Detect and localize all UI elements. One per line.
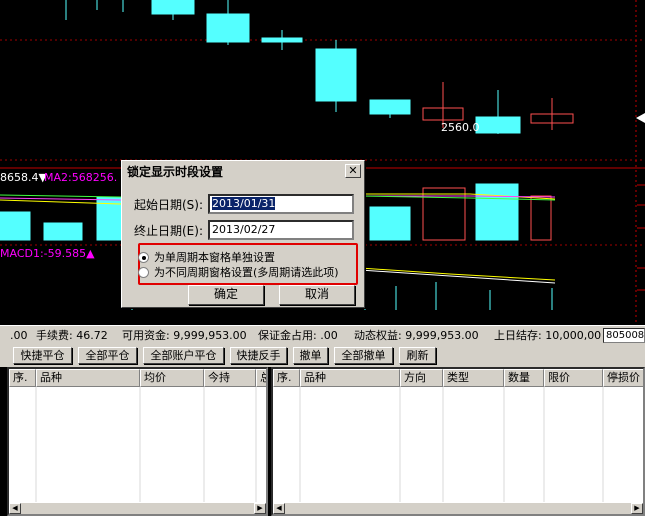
candle-body	[261, 37, 303, 43]
account-id-box[interactable]: 805008	[603, 328, 645, 343]
ok-button[interactable]: 确定	[188, 285, 264, 305]
account-status-bar: .00 手续费: 46.72 可用资金: 9,999,953.00 保证金占用:…	[0, 325, 645, 345]
macd-line-white	[359, 269, 556, 284]
scroll-right-icon[interactable]: ▶	[631, 503, 643, 514]
col-direction[interactable]: 方向	[400, 369, 443, 387]
refresh-button[interactable]: 刷新	[399, 347, 436, 364]
candle-body	[475, 116, 521, 134]
close-button[interactable]: ✕	[345, 164, 361, 178]
volume-bar	[369, 206, 411, 241]
close-all-button[interactable]: 全部平仓	[78, 347, 137, 364]
radio-single-period[interactable]: 为单周期本窗格单独设置	[138, 249, 275, 265]
prev-settle-text: 上日结存: 10,000,00	[494, 329, 602, 342]
cancel-order-button[interactable]: 撤单	[293, 347, 328, 364]
quick-reverse-button[interactable]: 快捷反手	[230, 347, 287, 364]
radio-multi-label: 为不同周期窗格设置(多周期请选此项)	[154, 266, 339, 279]
dialog-title: 锁定显示时段设置	[124, 163, 362, 181]
col-total[interactable]: 总	[256, 369, 266, 387]
radio-single-label: 为单周期本窗格单独设置	[154, 251, 275, 264]
candle-body	[206, 13, 250, 43]
scroll-left-icon[interactable]: ◀	[9, 503, 21, 514]
scroll-left-icon[interactable]: ◀	[273, 503, 285, 514]
start-date-input[interactable]: 2013/01/31	[208, 194, 354, 214]
cancel-all-orders-button[interactable]: 全部撤单	[334, 347, 393, 364]
margin-text: 保证金占用: .00	[258, 329, 338, 342]
ma-label-1: 8658.4▼	[0, 171, 47, 184]
end-date-label: 终止日期(E):	[134, 224, 203, 238]
price-marker-icon	[636, 113, 645, 123]
end-date-input[interactable]: 2013/02/27	[208, 220, 354, 240]
col-order-seq[interactable]: 序.	[273, 369, 300, 387]
candle-body	[369, 99, 411, 115]
radio-unselected-icon	[138, 266, 149, 278]
start-date-value: 2013/01/31	[212, 197, 276, 210]
lock-period-dialog: 锁定显示时段设置 ✕ 起始日期(S): 2013/01/31 终止日期(E): …	[121, 160, 365, 308]
col-avg-price[interactable]: 均价	[140, 369, 204, 387]
close-icon: ✕	[348, 164, 358, 177]
orders-panel[interactable]: 序. 品种 方向 类型 数量 限价 停损价 ◀ ▶	[271, 367, 645, 516]
col-stop-price[interactable]: 停损价	[603, 369, 643, 387]
macd-line-yellow	[359, 267, 556, 281]
col-today-hold[interactable]: 今持	[204, 369, 256, 387]
trade-toolbar: 快捷平仓 全部平仓 全部账户平仓 快捷反手 撤单 全部撤单 刷新	[0, 345, 645, 367]
orders-hscroll[interactable]: ◀ ▶	[273, 502, 643, 514]
ma-label-2: MA2:568256.	[44, 171, 118, 184]
equity-text: 动态权益: 9,999,953.00	[354, 329, 479, 342]
radio-selected-icon	[138, 251, 149, 263]
col-limit-price[interactable]: 限价	[544, 369, 603, 387]
orders-grid	[299, 387, 604, 502]
scroll-right-icon[interactable]: ▶	[254, 503, 266, 514]
positions-panel[interactable]: 序. 品种 均价 今持 总 ◀ ▶	[7, 367, 268, 516]
col-type[interactable]: 类型	[443, 369, 504, 387]
quick-close-button[interactable]: 快捷平仓	[13, 347, 72, 364]
col-order-instrument[interactable]: 品种	[300, 369, 400, 387]
positions-grid	[35, 387, 257, 502]
volume-bar	[0, 211, 31, 241]
start-date-label: 起始日期(S):	[134, 198, 204, 212]
positions-hscroll[interactable]: ◀ ▶	[9, 502, 266, 514]
volume-bar	[475, 183, 519, 241]
close-all-accounts-button[interactable]: 全部账户平仓	[143, 347, 224, 364]
status-lead: .00	[10, 329, 28, 342]
available-funds-text: 可用资金: 9,999,953.00	[122, 329, 247, 342]
price-annotation: 2560.0	[441, 121, 480, 134]
cancel-button[interactable]: 取消	[279, 285, 355, 305]
col-seq[interactable]: 序.	[9, 369, 36, 387]
volume-bar	[43, 222, 83, 241]
fee-text: 手续费: 46.72	[36, 329, 108, 342]
volume-bar	[530, 195, 552, 241]
candle-body	[315, 48, 357, 102]
macd-label: MACD1:-59.585▲	[0, 247, 95, 260]
radio-multi-period[interactable]: 为不同周期窗格设置(多周期请选此项)	[138, 264, 339, 280]
candle-body	[151, 0, 195, 15]
col-quantity[interactable]: 数量	[504, 369, 544, 387]
positions-header: 序. 品种 均价 今持 总	[9, 369, 266, 387]
end-date-value: 2013/02/27	[212, 223, 276, 236]
orders-header: 序. 品种 方向 类型 数量 限价 停损价	[273, 369, 643, 387]
col-instrument[interactable]: 品种	[36, 369, 140, 387]
